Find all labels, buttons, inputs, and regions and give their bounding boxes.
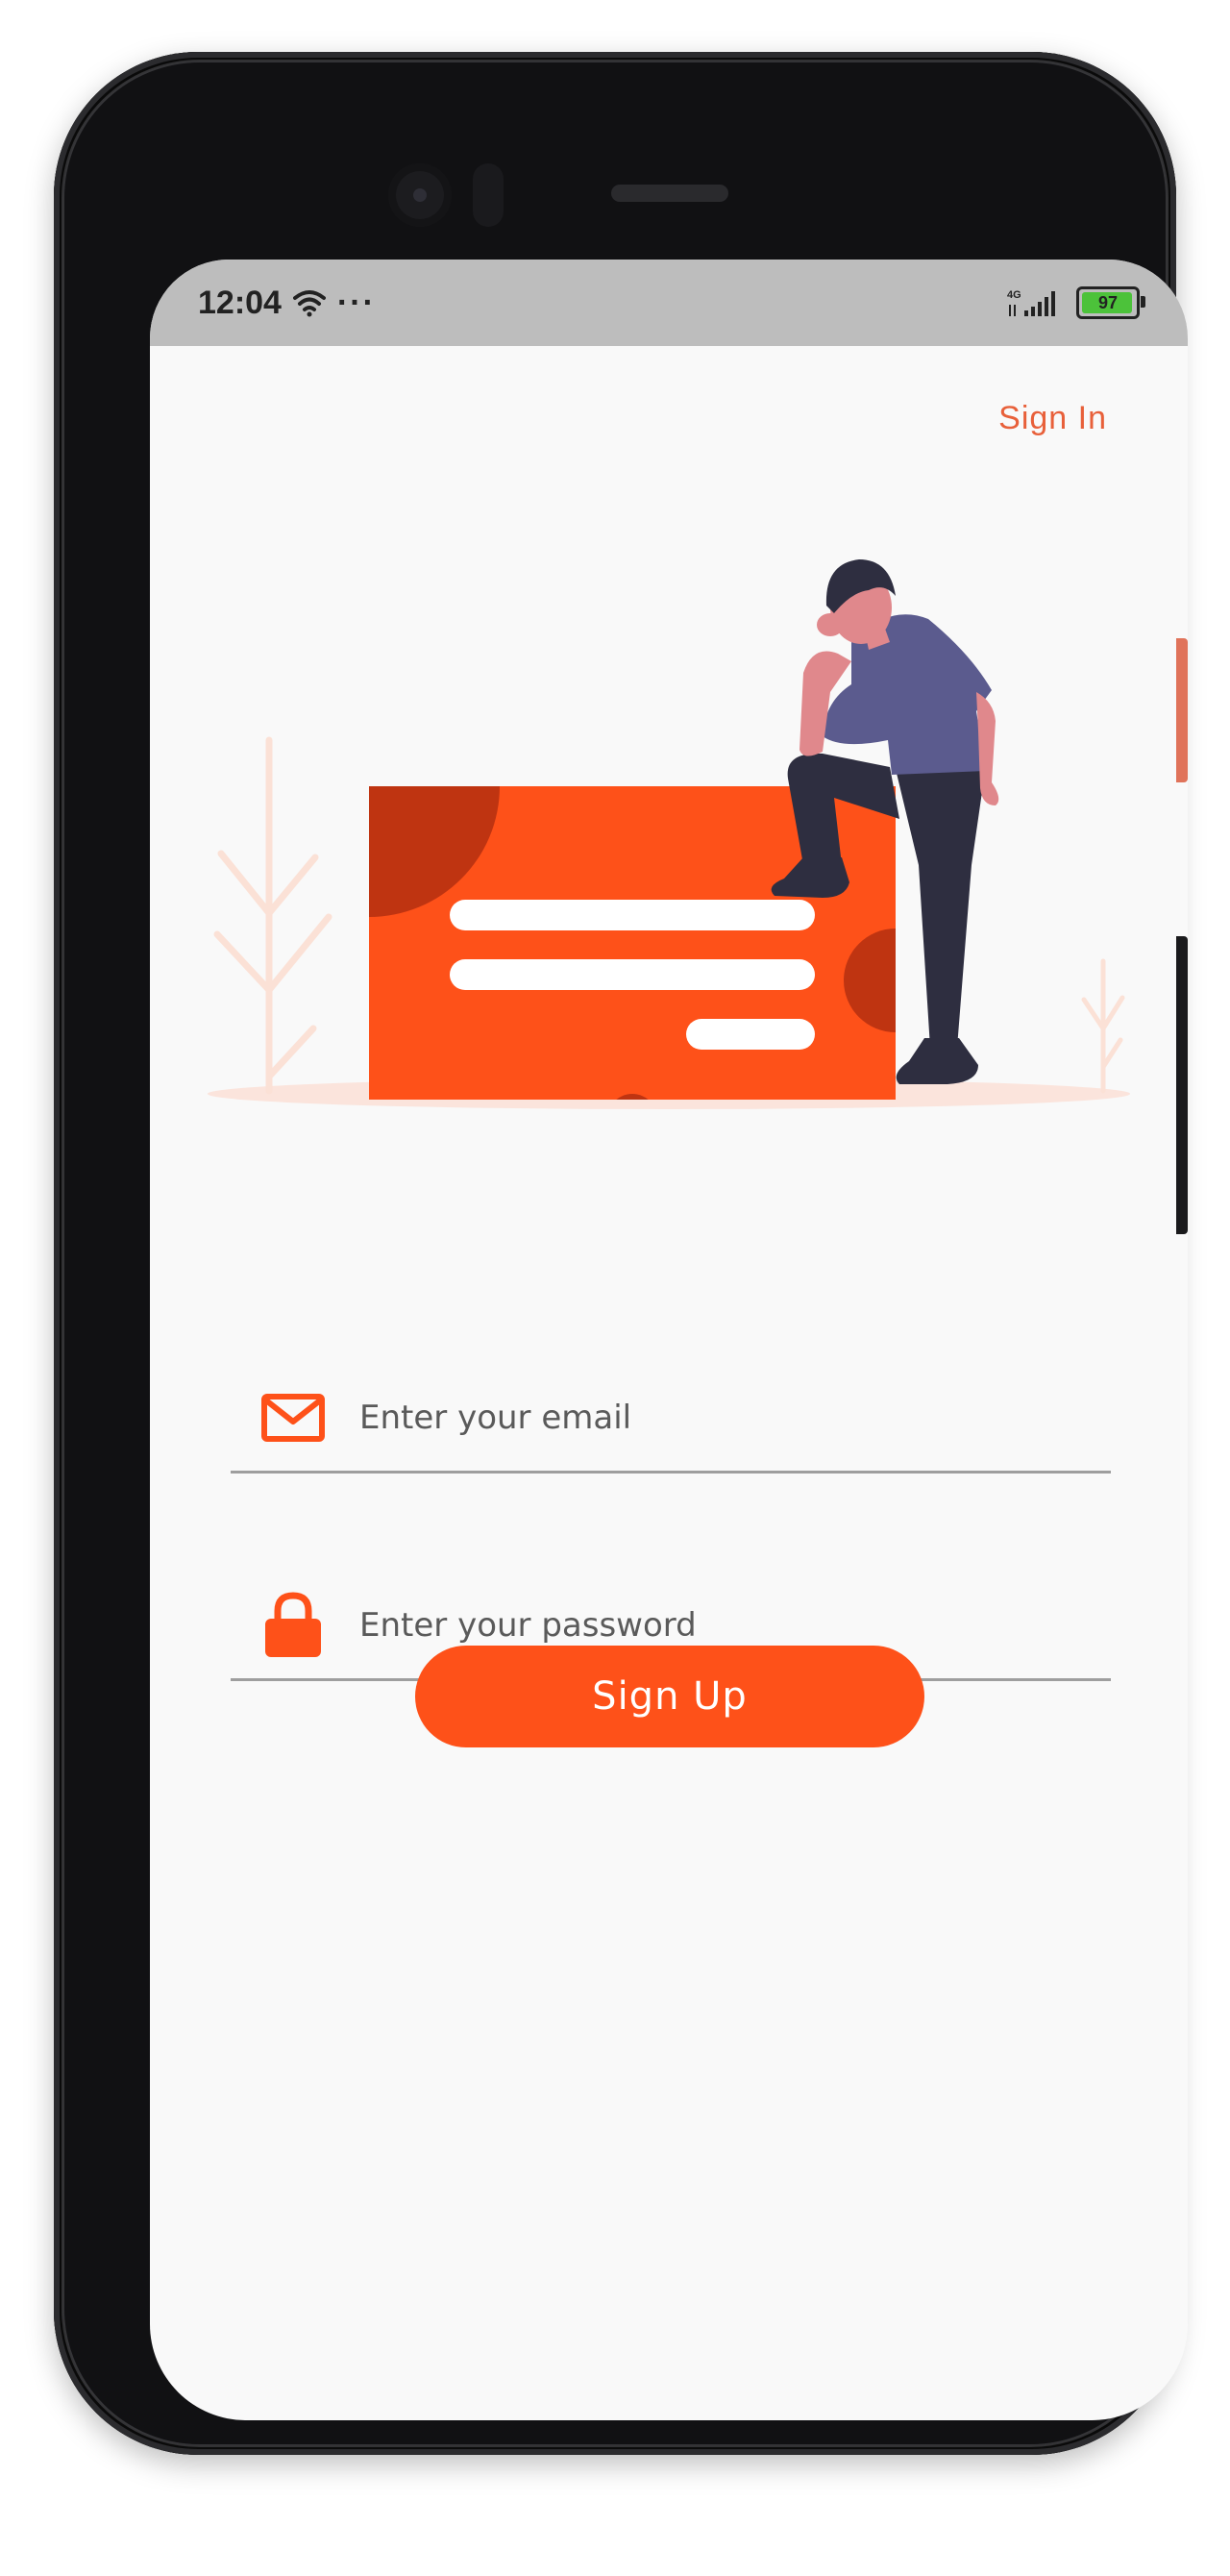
app-screen: 12:04 ··· 4G 97 Sign In Enter your email… [150, 260, 1188, 2420]
wifi-icon [292, 290, 326, 317]
clock: 12:04 [198, 284, 282, 321]
lock-icon [259, 1592, 327, 1659]
more-notifications-icon: ··· [336, 284, 376, 321]
earpiece-speaker [611, 185, 728, 202]
front-camera [388, 163, 452, 227]
status-bar: 12:04 ··· 4G 97 [150, 260, 1188, 346]
svg-text:4G: 4G [1007, 289, 1021, 301]
battery-level: 97 [1097, 292, 1119, 312]
password-input[interactable] [357, 1605, 1092, 1646]
proximity-sensor [473, 163, 504, 227]
sign-up-button[interactable]: Sign Up [415, 1646, 924, 1747]
signup-illustration [208, 559, 1130, 1109]
envelope-icon [259, 1384, 327, 1451]
sign-in-link[interactable]: Sign In [998, 400, 1107, 437]
signal-icon: 4G [1007, 289, 1055, 316]
battery-icon: 97 [1076, 286, 1145, 319]
phone-frame: 12:04 ··· 4G 97 Sign In Enter your email… [54, 52, 1188, 2455]
power-button [1176, 638, 1188, 782]
email-input[interactable] [357, 1398, 1092, 1438]
email-field [231, 1365, 1111, 1474]
volume-button [1176, 936, 1188, 1234]
